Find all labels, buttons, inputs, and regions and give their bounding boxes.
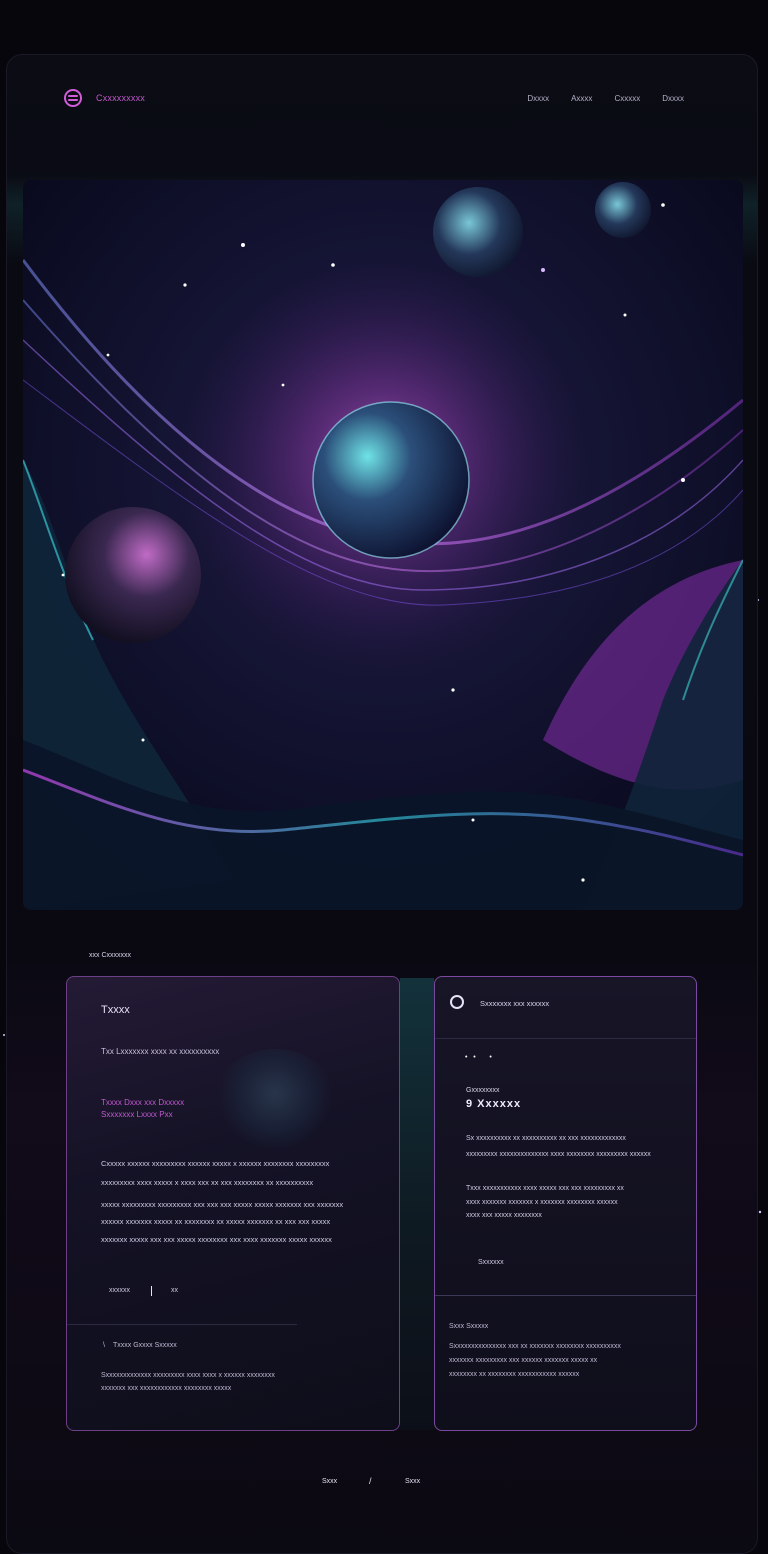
action-divider [151, 1286, 152, 1296]
header-divider [435, 1038, 696, 1039]
body-line-2: xxxxxxxxx xxxx xxxxx x xxxx xxx xx xxx x… [101, 1178, 314, 1187]
action-right[interactable]: xx [171, 1287, 178, 1294]
info-card-left: Txxxx Txx Lxxxxxxx xxxx xx xxxxxxxxxx Tx… [66, 976, 400, 1431]
body-line-3: Txxx xxxxxxxxxxx xxxx xxxxx xxx xxx xxxx… [466, 1185, 624, 1192]
lower-line-1: Sxxxxxxxxxxxxxxx xxx xx xxxxxxx xxxxxxxx… [449, 1343, 621, 1350]
nav-links: Dxxxx Axxxx Cxxxxx Dxxxx [527, 94, 684, 103]
card-logo-icon [450, 995, 464, 1009]
body-line-4: xxxx xxxxxxx xxxxxxx x xxxxxxx xxxxxxxx … [466, 1199, 618, 1206]
footer-line-1: Sxxxxxxxxxxxxx xxxxxxxxx xxxx xxxx x xxx… [101, 1372, 275, 1379]
highlight-line-1: Txxxx Dxxx xxx Dxxxxx [101, 1098, 185, 1107]
dots-icon: • • • [465, 1054, 492, 1061]
page-footer: Sxxx / Sxxx [0, 1470, 768, 1500]
brand-name[interactable]: Cxxxxxxxxx [96, 93, 145, 103]
lower-line-3: xxxxxxxx xx xxxxxxxx xxxxxxxxxxx xxxxxx [449, 1371, 580, 1378]
value-display: 9 Xxxxxx [466, 1098, 522, 1110]
footer-left[interactable]: Sxxx [322, 1478, 337, 1485]
footer-line-2: xxxxxxx xxx xxxxxxxxxxxx xxxxxxxx xxxxx [101, 1385, 232, 1392]
card-divider [67, 1324, 297, 1325]
hero-image [23, 180, 743, 910]
footer-bullet-icon: \ [103, 1342, 105, 1349]
card-header: Sxxxxxxx xxx xxxxxx [480, 999, 550, 1008]
footer-mid: / [369, 1476, 372, 1486]
nav-link-1[interactable]: Dxxxx [527, 94, 549, 103]
section-divider [435, 1295, 696, 1296]
footer-bullet-label: Txxxx Gxxxx Sxxxxx [113, 1342, 177, 1349]
section-label: xxx Cxxxxxxx [89, 952, 131, 959]
lower-label: Sxxx Sxxxxx [449, 1323, 489, 1330]
body-line-5: xxxx xxx xxxxx xxxxxxxx [466, 1212, 542, 1219]
card-title: Txxxx [101, 1004, 130, 1016]
nav-link-4[interactable]: Dxxxx [662, 94, 684, 103]
highlight-line-2: Sxxxxxxx Lxxxx Pxx [101, 1110, 173, 1119]
body-line-1: Sx xxxxxxxxxx xx xxxxxxxxxx xx xxx xxxxx… [466, 1135, 626, 1142]
top-navbar: Cxxxxxxxxx Dxxxx Axxxx Cxxxxx Dxxxx [6, 54, 758, 144]
body-line-4: xxxxxx xxxxxxx xxxxx xx xxxxxxxx xx xxxx… [101, 1217, 331, 1226]
body-line-1: Cxxxxx xxxxxx xxxxxxxxx xxxxxx xxxxx x x… [101, 1159, 330, 1168]
info-card-right: Sxxxxxxx xxx xxxxxx • • • Gxxxxxxxx 9 Xx… [434, 976, 697, 1431]
footer-right[interactable]: Sxxx [405, 1478, 420, 1485]
logo-icon[interactable] [64, 89, 82, 107]
body-line-3: xxxxx xxxxxxxxx xxxxxxxxx xxx xxx xxx xx… [101, 1200, 344, 1209]
card-link[interactable]: Sxxxxxx [478, 1259, 504, 1266]
lower-line-2: xxxxxxx xxxxxxxxx xxx xxxxxx xxxxxxx xxx… [449, 1357, 598, 1364]
nav-link-2[interactable]: Axxxx [571, 94, 592, 103]
body-line-5: xxxxxxx xxxxx xxx xxx xxxxx xxxxxxxx xxx… [101, 1235, 332, 1244]
action-left[interactable]: xxxxxx [109, 1287, 130, 1294]
card-subtitle: Txx Lxxxxxxx xxxx xx xxxxxxxxxx [101, 1047, 220, 1056]
nav-link-3[interactable]: Cxxxxx [614, 94, 640, 103]
body-line-2: xxxxxxxxx xxxxxxxxxxxxxx xxxx xxxxxxxx x… [466, 1151, 651, 1158]
planet-icon [215, 1049, 335, 1149]
card-separator-strip [400, 978, 434, 1430]
small-label: Gxxxxxxxx [466, 1087, 500, 1094]
